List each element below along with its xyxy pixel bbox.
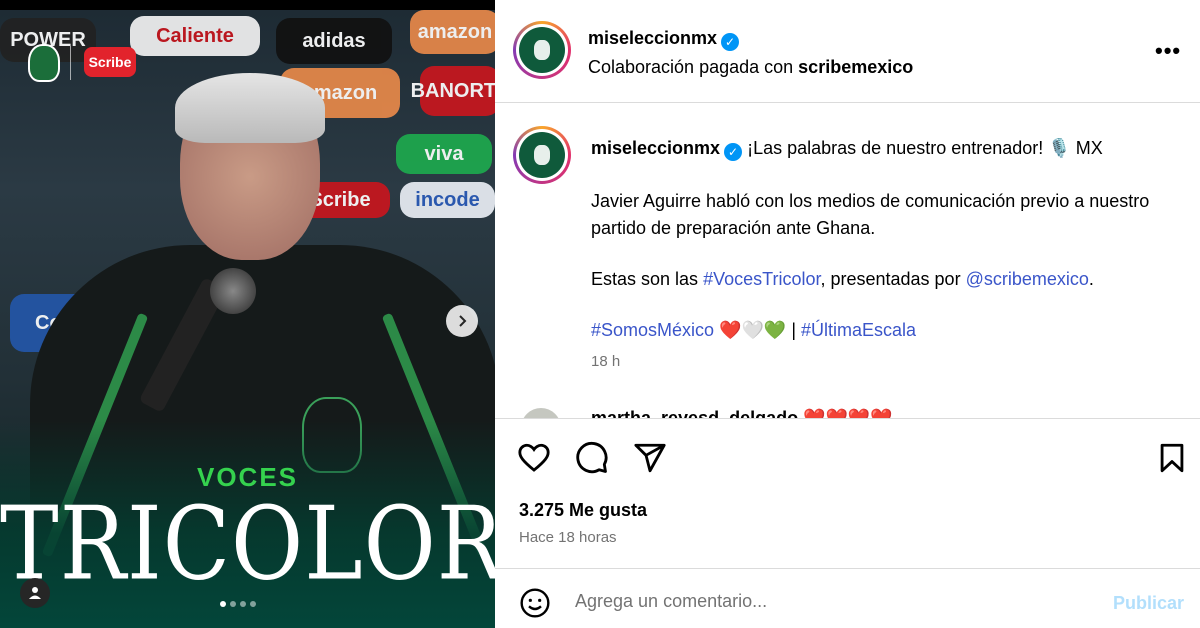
p2-middle: , presentadas por <box>820 269 961 289</box>
post-sidebar: miseleccionmx ✓ Colaboración pagada con s… <box>495 0 1200 628</box>
carousel-indicator <box>220 601 256 607</box>
hearts-emoji: ❤️🤍💚 <box>719 320 787 340</box>
carousel-dot <box>220 601 226 607</box>
bookmark-icon[interactable] <box>1155 441 1189 475</box>
heart-icon[interactable] <box>517 441 551 475</box>
publish-button[interactable]: Publicar <box>1113 593 1184 614</box>
user-tag-icon <box>29 587 41 599</box>
comment-composer: Publicar <box>495 568 1200 628</box>
emoji-icon[interactable] <box>519 587 551 619</box>
collab-partner-link[interactable]: scribemexico <box>798 57 913 77</box>
chevron-right-icon <box>459 315 467 327</box>
carousel-dot <box>250 601 256 607</box>
more-options-button[interactable]: ••• <box>1155 38 1181 64</box>
commenter-avatar[interactable] <box>521 408 561 418</box>
tagged-users-button[interactable] <box>20 578 50 608</box>
paid-partnership-label: Colaboración pagada con scribemexico <box>588 57 913 78</box>
caption-paragraph-1: Javier Aguirre habló con los medios de c… <box>591 191 1150 238</box>
scribe-logo: Scribe <box>84 47 136 77</box>
p2-suffix: . <box>1088 269 1094 289</box>
verified-icon: ✓ <box>724 143 743 161</box>
comments-section: miseleccionmx ✓ ¡Las palabras de nuestro … <box>495 104 1200 418</box>
carousel-dot <box>230 601 236 607</box>
post-timestamp[interactable]: Hace 18 horas <box>519 529 617 546</box>
post-media[interactable]: POWER Caliente adidas amazon amazon BANO… <box>0 0 495 628</box>
comment-input[interactable] <box>575 583 1095 619</box>
more-icon: ••• <box>1155 38 1182 63</box>
post-header: miseleccionmx ✓ Colaboración pagada con s… <box>495 0 1200 103</box>
share-icon[interactable] <box>633 441 667 475</box>
caption-paragraph-2: Estas son las #VocesTricolor, presentada… <box>591 266 1151 293</box>
caption-first-line: ¡Las palabras de nuestro entrenador! 🎙️ … <box>747 138 1103 158</box>
sponsor-amazon: amazon <box>410 10 495 54</box>
p2-prefix: Estas son las <box>591 269 699 289</box>
comment-icon[interactable] <box>575 441 609 475</box>
post-actions: 3.275 Me gusta Hace 18 horas <box>495 418 1200 568</box>
commenter-username[interactable]: martha_reyesd_delgado <box>591 408 798 418</box>
hashtag-ultimaescala[interactable]: #ÚltimaEscala <box>801 320 916 340</box>
carousel-dot <box>240 601 246 607</box>
separator: | <box>791 320 797 340</box>
sponsor-adidas: adidas <box>276 18 392 64</box>
headline-tricolor: TRICOLOR <box>0 484 495 603</box>
caption-hashtags: #SomosMéxico ❤️🤍💚 | #ÚltimaEscala <box>591 317 1151 344</box>
carousel-next-button[interactable] <box>446 305 478 337</box>
verified-icon: ✓ <box>721 33 740 51</box>
hashtag-vocestricolor[interactable]: #VocesTricolor <box>703 269 820 289</box>
caption-username[interactable]: miseleccionmx <box>591 138 720 158</box>
comment-hearts: ❤️❤️❤️❤️ <box>803 408 893 418</box>
author-username[interactable]: miseleccionmx <box>588 28 717 48</box>
top-bar <box>0 0 495 10</box>
sponsor-caliente: Caliente <box>130 16 260 56</box>
caption-avatar[interactable] <box>513 126 571 184</box>
mention-scribemexico[interactable]: @scribemexico <box>966 269 1089 289</box>
collab-prefix: Colaboración pagada con <box>588 57 794 77</box>
author-avatar[interactable] <box>513 21 571 79</box>
hashtag-somosmexico[interactable]: #SomosMéxico <box>591 320 714 340</box>
caption-time: 18 h <box>591 353 621 370</box>
likes-count[interactable]: 3.275 Me gusta <box>519 500 647 521</box>
comment-item: martha_reyesd_delgado ❤️❤️❤️❤️ <box>521 404 1171 418</box>
